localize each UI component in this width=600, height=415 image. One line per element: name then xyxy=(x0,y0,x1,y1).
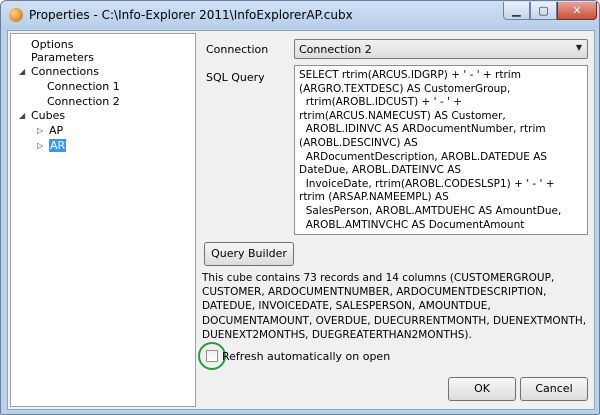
tree-item-options[interactable]: Options xyxy=(31,38,73,51)
maximize-button[interactable]: ▢ xyxy=(530,2,557,20)
collapsed-arrow-icon[interactable]: ▷ xyxy=(37,126,43,135)
ok-button[interactable]: OK xyxy=(448,377,516,401)
tree-item-parameters[interactable]: Parameters xyxy=(31,51,94,64)
maximize-icon: ▢ xyxy=(538,4,549,17)
tree-item-connections[interactable]: Connections xyxy=(31,65,99,78)
connection-label: Connection xyxy=(206,43,269,56)
expanded-arrow-icon[interactable]: ◢ xyxy=(19,111,25,120)
cancel-button[interactable]: Cancel xyxy=(520,377,588,401)
settings-tree[interactable]: Options Parameters ◢ Connections Connect… xyxy=(10,33,196,407)
refresh-checkbox-label[interactable]: Refresh automatically on open xyxy=(222,350,390,363)
window-title: Properties - C:\Info-Explorer 2011\InfoE… xyxy=(29,8,353,22)
properties-window: Properties - C:\Info-Explorer 2011\InfoE… xyxy=(0,0,600,415)
cube-description: This cube contains 73 records and 14 col… xyxy=(202,272,587,341)
tree-item-connection-1[interactable]: Connection 1 xyxy=(47,80,120,93)
tree-item-ap[interactable]: AP xyxy=(49,124,63,137)
expanded-arrow-icon[interactable]: ◢ xyxy=(19,67,25,76)
tree-item-connection-2[interactable]: Connection 2 xyxy=(47,95,120,108)
close-icon: ✕ xyxy=(572,4,582,17)
tree-item-ar[interactable]: AR xyxy=(49,139,67,152)
close-button[interactable]: ✕ xyxy=(557,2,597,20)
title-bar[interactable]: Properties - C:\Info-Explorer 2011\InfoE… xyxy=(1,1,599,29)
minimize-icon: ▁ xyxy=(512,4,521,17)
dialog-client-area: Options Parameters ◢ Connections Connect… xyxy=(7,30,595,410)
app-icon xyxy=(9,8,23,22)
sql-query-label: SQL Query xyxy=(206,71,265,84)
sql-query-textarea[interactable]: SELECT rtrim(ARCUS.IDGRP) + ' - ' + rtri… xyxy=(294,65,588,235)
query-builder-button[interactable]: Query Builder xyxy=(204,242,294,266)
connection-dropdown-value: Connection 2 xyxy=(299,43,372,56)
chevron-down-icon: ▼ xyxy=(575,43,582,52)
tree-item-cubes[interactable]: Cubes xyxy=(31,109,65,122)
minimize-button[interactable]: ▁ xyxy=(503,2,530,20)
connection-dropdown[interactable]: Connection 2 ▼ xyxy=(294,39,588,59)
sql-query-text: SELECT rtrim(ARCUS.IDGRP) + ' - ' + rtri… xyxy=(299,69,562,231)
refresh-checkbox[interactable] xyxy=(206,350,218,362)
collapsed-arrow-icon[interactable]: ▷ xyxy=(37,141,43,150)
